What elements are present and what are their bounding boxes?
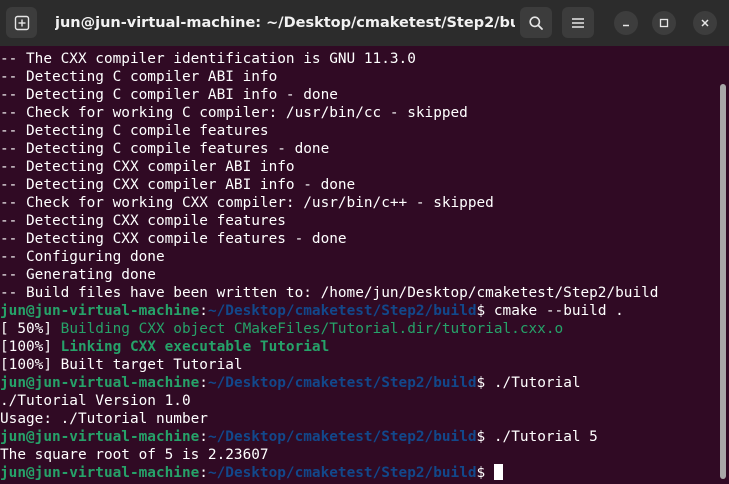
menu-button[interactable] bbox=[562, 7, 594, 38]
minimize-button[interactable] bbox=[614, 11, 638, 35]
output-text: -- Detecting CXX compile features bbox=[0, 213, 286, 229]
output-text: -- Detecting C compiler ABI info - done bbox=[0, 87, 338, 103]
new-tab-icon bbox=[14, 15, 29, 30]
close-icon bbox=[701, 19, 709, 27]
prompt-user-host: jun@jun-virtual-machine bbox=[0, 375, 200, 391]
new-tab-button[interactable] bbox=[6, 7, 37, 38]
header-bar: jun@jun-virtual-machine: ~/Desktop/cmake… bbox=[0, 0, 729, 46]
prompt-path: ~/Desktop/cmaketest/Step2/build bbox=[207, 303, 477, 319]
output-line: -- Configuring done bbox=[0, 248, 715, 266]
prompt-path: ~/Desktop/cmaketest/Step2/build bbox=[207, 465, 477, 481]
prompt-line: jun@jun-virtual-machine:~/Desktop/cmaket… bbox=[0, 302, 715, 320]
search-icon bbox=[529, 15, 543, 30]
terminal-window: jun@jun-virtual-machine: ~/Desktop/cmake… bbox=[0, 0, 729, 484]
output-line: -- Detecting C compile features bbox=[0, 122, 715, 140]
output-text: -- Detecting CXX compile features - done bbox=[0, 231, 347, 247]
output-text: The square root of 5 is 2.23607 bbox=[0, 447, 269, 463]
command-text: cmake --build . bbox=[485, 303, 624, 319]
output-text: -- Detecting CXX compiler ABI info - don… bbox=[0, 177, 356, 193]
output-text: ./Tutorial Version 1.0 bbox=[0, 393, 191, 409]
output-line: -- Generating done bbox=[0, 266, 715, 284]
output-line: ./Tutorial Version 1.0 bbox=[0, 392, 715, 410]
prompt-line: jun@jun-virtual-machine:~/Desktop/cmaket… bbox=[0, 374, 715, 392]
output-line: -- The CXX compiler identification is GN… bbox=[0, 50, 715, 68]
output-text: -- The CXX compiler identification is GN… bbox=[0, 51, 416, 67]
maximize-button[interactable] bbox=[652, 11, 676, 35]
output-text: -- Check for working CXX compiler: /usr/… bbox=[0, 195, 494, 211]
output-line: -- Detecting C compile features - done bbox=[0, 140, 715, 158]
search-button[interactable] bbox=[520, 7, 552, 38]
output-line: -- Detecting CXX compiler ABI info bbox=[0, 158, 715, 176]
output-line: Usage: ./Tutorial number bbox=[0, 410, 715, 428]
maximize-icon bbox=[659, 18, 669, 28]
output-line: -- Detecting C compiler ABI info bbox=[0, 68, 715, 86]
output-line: -- Build files have been written to: /ho… bbox=[0, 284, 715, 302]
command-text bbox=[485, 465, 494, 481]
window-title: jun@jun-virtual-machine: ~/Desktop/cmake… bbox=[55, 15, 515, 31]
output-text: -- Detecting CXX compiler ABI info bbox=[0, 159, 295, 175]
minimize-icon bbox=[623, 24, 629, 27]
output-line: -- Detecting CXX compile features bbox=[0, 212, 715, 230]
output-text: [100%] Built target Tutorial bbox=[0, 357, 243, 373]
prompt-user-host: jun@jun-virtual-machine bbox=[0, 465, 200, 481]
output-text: -- Detecting C compiler ABI info bbox=[0, 69, 278, 85]
prompt-colon: : bbox=[199, 303, 208, 319]
output-line: -- Detecting CXX compiler ABI info - don… bbox=[0, 176, 715, 194]
progress-percent: [100%] bbox=[0, 339, 61, 355]
build-progress-line: [ 50%] Building CXX object CMakeFiles/Tu… bbox=[0, 320, 715, 338]
terminal-output[interactable]: -- The CXX compiler identification is GN… bbox=[0, 46, 729, 484]
progress-message: Linking CXX executable Tutorial bbox=[60, 339, 330, 355]
progress-percent: [ 50%] bbox=[0, 321, 61, 337]
prompt-colon: : bbox=[199, 465, 208, 481]
close-button[interactable] bbox=[693, 11, 717, 35]
output-text: -- Generating done bbox=[0, 267, 156, 283]
output-line: -- Check for working CXX compiler: /usr/… bbox=[0, 194, 715, 212]
output-text: -- Detecting C compile features - done bbox=[0, 141, 330, 157]
output-line: The square root of 5 is 2.23607 bbox=[0, 446, 715, 464]
text-cursor bbox=[493, 464, 503, 480]
output-text: -- Configuring done bbox=[0, 249, 165, 265]
prompt-colon: : bbox=[199, 429, 208, 445]
output-text: Usage: ./Tutorial number bbox=[0, 411, 208, 427]
prompt-dollar: $ bbox=[476, 429, 486, 445]
hamburger-menu-icon bbox=[572, 17, 584, 28]
prompt-dollar: $ bbox=[476, 465, 486, 481]
command-text: ./Tutorial bbox=[485, 375, 581, 391]
output-line: -- Check for working C compiler: /usr/bi… bbox=[0, 104, 715, 122]
prompt-path: ~/Desktop/cmaketest/Step2/build bbox=[207, 429, 477, 445]
scrollbar-thumb[interactable] bbox=[720, 84, 726, 479]
prompt-path: ~/Desktop/cmaketest/Step2/build bbox=[207, 375, 477, 391]
prompt-user-host: jun@jun-virtual-machine bbox=[0, 429, 200, 445]
scrollbar[interactable] bbox=[717, 46, 729, 484]
output-text: -- Build files have been written to: /ho… bbox=[0, 285, 659, 301]
progress-message: Building CXX object CMakeFiles/Tutorial.… bbox=[60, 321, 564, 337]
output-line: [100%] Built target Tutorial bbox=[0, 356, 715, 374]
prompt-colon: : bbox=[199, 375, 208, 391]
output-text: -- Check for working C compiler: /usr/bi… bbox=[0, 105, 468, 121]
prompt-line: jun@jun-virtual-machine:~/Desktop/cmaket… bbox=[0, 464, 715, 482]
command-text: ./Tutorial 5 bbox=[485, 429, 598, 445]
terminal-lines: -- The CXX compiler identification is GN… bbox=[0, 50, 715, 482]
output-line: -- Detecting C compiler ABI info - done bbox=[0, 86, 715, 104]
prompt-line: jun@jun-virtual-machine:~/Desktop/cmaket… bbox=[0, 428, 715, 446]
prompt-dollar: $ bbox=[476, 303, 486, 319]
prompt-dollar: $ bbox=[476, 375, 486, 391]
output-text: -- Detecting C compile features bbox=[0, 123, 269, 139]
output-line: -- Detecting CXX compile features - done bbox=[0, 230, 715, 248]
build-progress-line: [100%] Linking CXX executable Tutorial bbox=[0, 338, 715, 356]
prompt-user-host: jun@jun-virtual-machine bbox=[0, 303, 200, 319]
